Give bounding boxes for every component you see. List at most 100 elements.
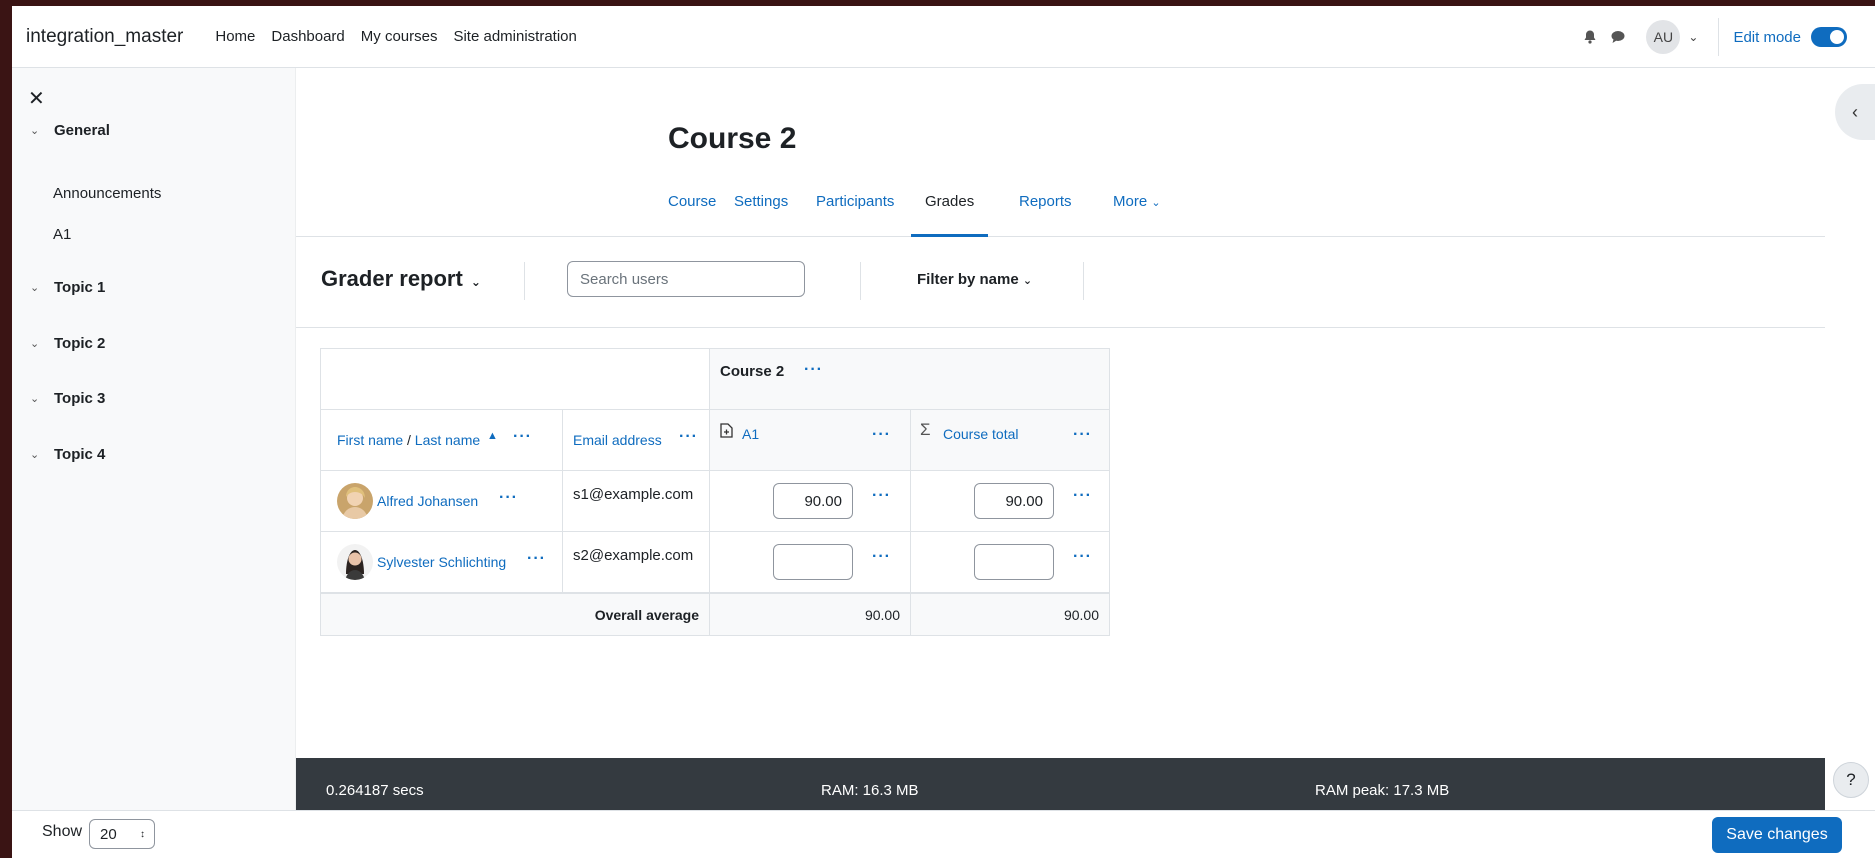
email-actions-menu-icon[interactable]: ··· — [679, 428, 698, 446]
sort-email-link[interactable]: Email address — [573, 432, 662, 448]
course-total-actions-menu-icon[interactable]: ··· — [1073, 426, 1092, 444]
grader-table: Course 2 ··· First name / Last name ▲ ··… — [320, 348, 1110, 638]
email-value: s1@example.com — [573, 486, 694, 503]
navbar-divider — [1718, 18, 1720, 56]
section-topic-4[interactable]: ⌄ Topic 4 — [30, 446, 105, 463]
average-total-cell: 90.00 — [910, 592, 1110, 636]
category-header-label: Course 2 — [720, 363, 785, 380]
search-users-input[interactable] — [567, 261, 805, 297]
grade-actions-menu-icon[interactable]: ··· — [1073, 487, 1092, 505]
chevron-down-icon[interactable]: ⌄ — [30, 124, 42, 137]
category-header-cell: Course 2 ··· — [709, 348, 1110, 410]
name-actions-menu-icon[interactable]: ··· — [513, 428, 532, 446]
secondary-nav-tabs: Course Settings Participants Grades Repo… — [296, 181, 1825, 237]
select-arrows-icon: ↕ — [140, 829, 145, 840]
chevron-down-icon: ⌄ — [470, 275, 481, 289]
sigma-icon: Σ — [920, 420, 931, 439]
email-cell: s2@example.com — [562, 531, 710, 593]
tab-reports[interactable]: Reports — [1019, 181, 1072, 237]
nav-my-courses[interactable]: My courses — [361, 28, 438, 45]
tab-participants[interactable]: Participants — [816, 181, 894, 237]
average-a1-cell: 90.00 — [709, 592, 911, 636]
section-topic-2[interactable]: ⌄ Topic 2 — [30, 335, 105, 352]
per-page-value: 20 — [100, 826, 117, 843]
a1-grade-cell: ··· — [709, 531, 911, 593]
footer-ram-peak: RAM peak: 17.3 MB — [1315, 782, 1450, 799]
nav-home[interactable]: Home — [215, 28, 255, 45]
toolbar-divider — [1083, 262, 1084, 300]
primary-nav: Home Dashboard My courses Site administr… — [215, 28, 577, 45]
app-window: integration_master Home Dashboard My cou… — [12, 6, 1875, 858]
nav-site-administration[interactable]: Site administration — [453, 28, 576, 45]
section-general[interactable]: ⌄ General — [30, 122, 110, 139]
tab-more[interactable]: More ⌄ — [1113, 181, 1161, 237]
course-index-item-a1[interactable]: A1 — [53, 226, 71, 243]
grade-actions-menu-icon[interactable]: ··· — [872, 487, 891, 505]
site-brand[interactable]: integration_master — [26, 26, 183, 48]
grade-actions-menu-icon[interactable]: ··· — [872, 548, 891, 566]
user-actions-menu-icon[interactable]: ··· — [527, 550, 546, 568]
average-a1-value: 90.00 — [864, 607, 900, 623]
a1-column-link[interactable]: A1 — [742, 426, 759, 442]
nav-dashboard[interactable]: Dashboard — [271, 28, 344, 45]
user-avatar-menu[interactable]: AU — [1646, 20, 1681, 54]
grader-toolbar: Grader report ⌄ Filter by name ⌄ — [296, 238, 1825, 328]
section-label: Topic 3 — [54, 390, 106, 407]
course-total-header-cell: Σ Course total ··· — [910, 409, 1110, 471]
user-name-link[interactable]: Sylvester Schlichting — [377, 554, 506, 570]
tab-course[interactable]: Course — [668, 181, 716, 237]
per-page-select[interactable]: 20 ↕ — [89, 819, 155, 849]
report-title: Grader report — [321, 266, 463, 291]
close-icon[interactable]: ✕ — [28, 86, 45, 111]
grade-input[interactable] — [773, 544, 853, 580]
tab-grades[interactable]: Grades — [911, 181, 989, 237]
save-changes-button[interactable]: Save changes — [1712, 817, 1842, 853]
section-label: Topic 1 — [54, 279, 106, 296]
section-label: Topic 4 — [54, 446, 106, 463]
tab-settings[interactable]: Settings — [734, 181, 788, 237]
avatar — [337, 483, 373, 519]
footer-time: 0.264187 secs — [326, 782, 424, 799]
sort-lastname-link[interactable]: Last name — [415, 432, 480, 448]
chevron-down-icon[interactable]: ⌄ — [30, 392, 42, 405]
top-navbar: integration_master Home Dashboard My cou… — [12, 6, 1875, 68]
a1-header-cell: A1 ··· — [709, 409, 911, 471]
grade-input[interactable] — [974, 544, 1054, 580]
report-selector[interactable]: Grader report ⌄ — [321, 266, 481, 292]
course-index-item-announcements[interactable]: Announcements — [53, 185, 161, 202]
user-name-link[interactable]: Alfred Johansen — [377, 493, 478, 509]
course-index-drawer: ✕ ⌄ General Announcements A1 ⌄ Topic 1 ⌄… — [12, 68, 296, 858]
notifications-bell-icon[interactable] — [1576, 23, 1604, 51]
chevron-down-icon[interactable]: ⌄ — [30, 281, 42, 294]
course-total-column-link[interactable]: Course total — [943, 426, 1018, 442]
chevron-down-icon[interactable]: ⌄ — [30, 448, 42, 461]
category-actions-menu-icon[interactable]: ··· — [804, 361, 823, 379]
grade-actions-menu-icon[interactable]: ··· — [1073, 548, 1092, 566]
footer-ram: RAM: 16.3 MB — [821, 782, 919, 799]
section-topic-1[interactable]: ⌄ Topic 1 — [30, 279, 105, 296]
average-total-value: 90.00 — [1063, 607, 1099, 623]
edit-mode-toggle[interactable] — [1811, 27, 1847, 47]
header-empty-cell — [320, 348, 710, 410]
a1-actions-menu-icon[interactable]: ··· — [872, 426, 891, 444]
sort-firstname-link[interactable]: First name — [337, 432, 403, 448]
sort-ascending-icon: ▲ — [487, 430, 498, 442]
messages-chat-icon[interactable] — [1604, 23, 1632, 51]
chevron-down-icon[interactable]: ⌄ — [1688, 30, 1698, 44]
email-cell: s1@example.com — [562, 470, 710, 532]
grade-input[interactable] — [773, 483, 853, 519]
block-drawer-toggle-chevron-left-icon[interactable]: ‹ — [1835, 84, 1875, 140]
chevron-down-icon: ⌄ — [1151, 197, 1161, 209]
section-topic-3[interactable]: ⌄ Topic 3 — [30, 390, 105, 407]
user-actions-menu-icon[interactable]: ··· — [499, 489, 518, 507]
a1-grade-cell: ··· — [709, 470, 911, 532]
grade-input[interactable] — [974, 483, 1054, 519]
table-row-name-cell: Sylvester Schlichting ··· — [320, 531, 563, 593]
filter-by-name-button[interactable]: Filter by name ⌄ — [917, 271, 1032, 288]
course-total-grade-cell: ··· — [910, 531, 1110, 593]
help-question-icon[interactable]: ? — [1833, 762, 1869, 798]
section-label: Topic 2 — [54, 335, 106, 352]
name-sort-links: First name / Last name — [337, 432, 480, 448]
assignment-icon — [720, 423, 733, 443]
chevron-down-icon[interactable]: ⌄ — [30, 337, 42, 350]
